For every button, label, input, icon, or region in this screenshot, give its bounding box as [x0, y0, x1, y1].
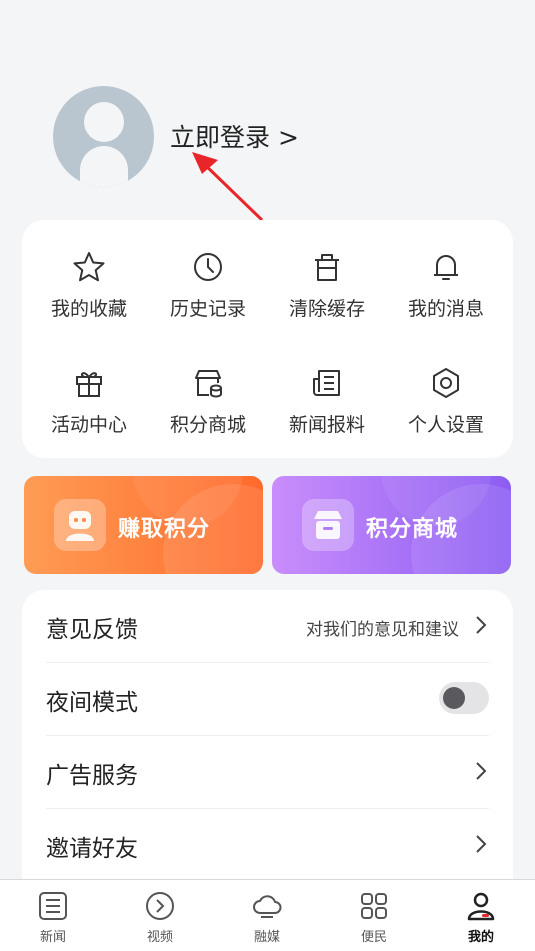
bell-icon	[434, 255, 458, 280]
grid-item-history[interactable]: 历史记录	[153, 250, 263, 330]
profile-header: 立即登录 >	[0, 0, 535, 222]
grid-item-label: 清除缓存	[288, 298, 365, 320]
earn-points-title: 赚取积分	[118, 517, 211, 542]
grid-item-label: 积分商城	[169, 414, 246, 436]
tab-label: 融媒	[253, 930, 280, 945]
grid-item-label: 历史记录	[169, 298, 246, 320]
grid-item-label: 我的消息	[407, 298, 484, 320]
ad-service-row[interactable]: 广告服务	[46, 736, 489, 809]
grid-item-news-tip[interactable]: 新闻报料	[272, 366, 382, 446]
grid-item-points-mall[interactable]: 积分商城	[153, 366, 263, 446]
store-coins-icon	[195, 370, 222, 398]
tab-label: 我的	[467, 930, 494, 945]
invite-friends-row[interactable]: 邀请好友	[46, 809, 489, 882]
gift-icon	[76, 372, 102, 397]
grid-item-label: 我的收藏	[50, 298, 127, 320]
grid-item-favorites[interactable]: 我的收藏	[34, 250, 144, 330]
earn-points-icon	[54, 499, 106, 551]
avatar[interactable]	[53, 86, 154, 187]
points-mall-icon	[302, 499, 354, 551]
ad-service-label: 广告服务	[46, 763, 138, 789]
news-list-icon	[39, 892, 67, 920]
tab-media[interactable]: 融媒	[237, 890, 297, 950]
feedback-label: 意见反馈	[46, 617, 138, 643]
trash-icon	[315, 254, 339, 281]
feedback-hint: 对我们的意见和建议	[306, 620, 459, 640]
chevron-right-icon	[476, 616, 487, 634]
tab-mine[interactable]: 我的	[451, 890, 511, 950]
news-icon	[313, 370, 340, 396]
invite-friends-label: 邀请好友	[46, 836, 138, 862]
user-icon	[467, 892, 495, 921]
avatar-head-shape	[84, 102, 124, 142]
tab-services[interactable]: 便民	[344, 890, 404, 950]
avatar-body-shape	[80, 146, 128, 187]
tab-label: 视频	[146, 930, 173, 945]
tab-label: 便民	[360, 930, 387, 945]
annotation-arrow-icon	[192, 152, 264, 222]
night-mode-row: 夜间模式	[46, 663, 489, 736]
bottom-tab-bar: 新闻 视频 融媒 便民 我的	[0, 879, 535, 951]
grid-item-clear-cache[interactable]: 清除缓存	[272, 250, 382, 330]
grid-item-label: 活动中心	[50, 414, 127, 436]
points-mall-banner[interactable]: 积分商城	[272, 476, 511, 574]
chevron-right-icon	[476, 762, 487, 780]
settings-hex-icon	[433, 368, 459, 398]
points-mall-title: 积分商城	[366, 517, 459, 542]
cloud-icon	[253, 895, 282, 918]
earn-points-banner[interactable]: 赚取积分	[24, 476, 263, 574]
star-icon	[73, 252, 105, 282]
settings-list: 意见反馈 对我们的意见和建议 夜间模式 广告服务 邀请好友	[22, 590, 513, 890]
grid-item-messages[interactable]: 我的消息	[391, 250, 501, 330]
tab-news[interactable]: 新闻	[23, 890, 83, 950]
night-mode-toggle[interactable]	[439, 682, 489, 714]
grid-item-label: 新闻报料	[288, 414, 365, 436]
login-link[interactable]: 立即登录 >	[170, 118, 299, 154]
grid-apps-icon	[361, 893, 387, 919]
tab-label: 新闻	[39, 930, 66, 945]
chevron-right-icon	[476, 835, 487, 853]
grid-item-personal-settings[interactable]: 个人设置	[391, 366, 501, 446]
tab-video[interactable]: 视频	[130, 890, 190, 950]
clock-icon	[194, 253, 222, 281]
play-circle-icon	[146, 892, 174, 920]
grid-item-label: 个人设置	[407, 414, 484, 436]
feedback-row[interactable]: 意见反馈 对我们的意见和建议	[46, 590, 489, 663]
quick-access-card: 我的收藏 历史记录 清除缓存 我的消息 活动中心 积分商城 新闻报料 个人设置	[22, 220, 513, 458]
toggle-knob	[443, 687, 465, 709]
grid-item-activity-center[interactable]: 活动中心	[34, 366, 144, 446]
night-mode-label: 夜间模式	[46, 690, 138, 716]
